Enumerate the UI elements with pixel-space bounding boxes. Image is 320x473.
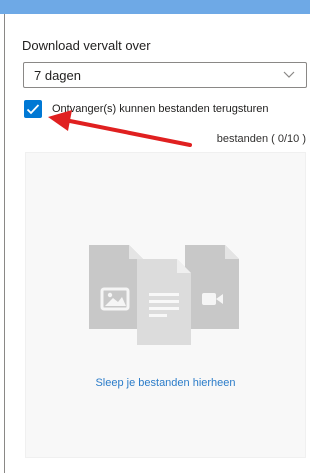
window-top-strip <box>0 0 310 14</box>
drop-zone-text[interactable]: Sleep je bestanden hierheen <box>26 377 305 389</box>
file-count-label: bestanden ( 0/10 ) <box>216 133 306 145</box>
video-file-icon <box>185 245 239 329</box>
document-file-icon <box>137 259 191 345</box>
return-files-checkbox[interactable] <box>24 100 42 118</box>
image-file-icon <box>89 245 143 329</box>
return-files-label[interactable]: Ontvanger(s) kunnen bestanden terugsture… <box>52 103 268 115</box>
expiry-heading: Download vervalt over <box>22 38 151 53</box>
file-drop-zone[interactable]: Sleep je bestanden hierheen <box>25 152 306 458</box>
chevron-down-icon <box>282 67 296 81</box>
expiry-select[interactable]: 7 dagen <box>23 62 307 88</box>
expiry-select-value: 7 dagen <box>34 68 81 83</box>
drop-illustration <box>89 245 239 345</box>
